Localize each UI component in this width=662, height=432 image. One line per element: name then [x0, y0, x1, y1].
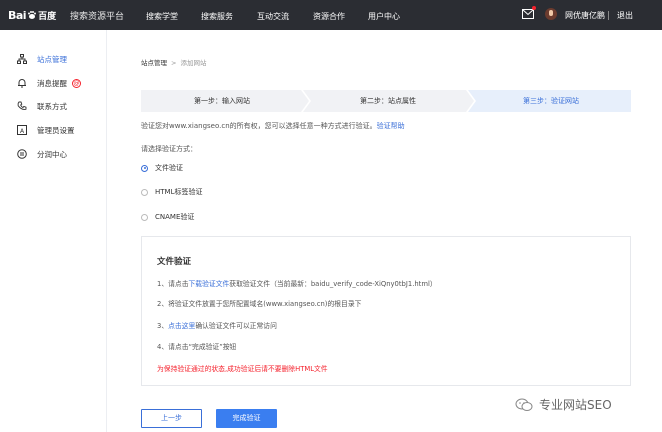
method-label: HTML标签验证 — [155, 188, 203, 196]
watermark: 专业网站SEO — [515, 396, 612, 413]
choose-method-label: 请选择验证方式： — [141, 145, 197, 153]
message-badge: @ — [72, 78, 81, 88]
radio-button[interactable] — [141, 213, 148, 221]
logo-bai-text: Bai — [8, 8, 27, 22]
sidebar-item-label: 联系方式 — [37, 101, 67, 111]
breadcrumb: 站点管理 > 添加网站 — [141, 57, 206, 67]
instruction-step-1: 1、请点击下载验证文件获取验证文件（当前最新：baidu_verify_code… — [157, 278, 437, 288]
click-here-link[interactable]: 点击这里 — [168, 322, 195, 330]
step1-suffix: 获取验证文件（当前最新：baidu_verify_code-XiQny0tbJ1… — [229, 280, 437, 288]
platform-title[interactable]: 搜索资源平台 — [70, 9, 124, 22]
breadcrumb-separator: > — [171, 59, 177, 67]
header-divider — [608, 11, 609, 20]
nav-search-academy[interactable]: 搜索学堂 — [146, 11, 178, 22]
admin-icon: A — [17, 125, 27, 135]
instruction-step-4: 4、请点击“完成验证”按钮 — [157, 343, 237, 351]
top-navbar: Bai 百度 搜索资源平台 搜索学堂 搜索服务 互动交流 资源合作 用户中心 网… — [0, 0, 662, 30]
sidebar-item-label: 分润中心 — [37, 149, 67, 159]
sidebar-item-label: 站点管理 — [37, 54, 67, 64]
verify-desc-text: 验证您对www.xiangseo.cn的所有权，您可以选择任意一种方式进行验证。 — [141, 122, 377, 130]
method-label: CNAME验证 — [155, 213, 195, 221]
unread-dot — [532, 6, 536, 10]
sidebar-item-contact[interactable]: 联系方式 — [0, 98, 107, 114]
sidebar-item-label: 消息提醒 — [37, 78, 67, 88]
breadcrumb-root[interactable]: 站点管理 — [141, 59, 167, 67]
step3-prefix: 3、 — [157, 322, 169, 330]
instruction-step-3: 3、点击这里确认验证文件可以正常访问 — [157, 320, 277, 330]
method-file-option[interactable]: 文件验证 — [141, 163, 183, 173]
step-1: 第一步：输入网站 — [194, 97, 250, 105]
watermark-text: 专业网站SEO — [539, 398, 612, 412]
step3-suffix: 确认验证文件可以正常访问 — [195, 322, 277, 330]
svg-text:A: A — [20, 128, 25, 135]
instruction-step-2: 2、将验证文件放置于您所配置域名(www.xiangseo.cn)的根目录下 — [157, 300, 362, 308]
step-progress: 第一步：输入网站 第二步：站点属性 第三步：验证网站 — [141, 90, 631, 112]
sidebar-item-admin[interactable]: A 管理员设置 — [0, 122, 107, 138]
radio-button-checked[interactable] — [141, 164, 148, 172]
sitemap-icon — [17, 54, 27, 64]
breadcrumb-current: 添加网站 — [180, 59, 207, 67]
sidebar-item-label: 管理员设置 — [37, 125, 75, 135]
username[interactable]: 网优唐亿鹏 — [565, 10, 605, 21]
wechat-icon — [515, 398, 533, 412]
step-3-active: 第三步：验证网站 — [523, 97, 579, 105]
method-html-tag-option[interactable]: HTML标签验证 — [141, 187, 202, 197]
mail-icon[interactable] — [522, 9, 534, 19]
sidebar: 站点管理 消息提醒 @ 联系方式 A 管理员设置 分润中心 — [0, 30, 107, 432]
sidebar-item-profit[interactable]: 分润中心 — [0, 146, 107, 162]
download-verify-file-link[interactable]: 下载验证文件 — [189, 280, 230, 288]
logout-link[interactable]: 退出 — [617, 10, 633, 21]
method-label: 文件验证 — [155, 164, 183, 172]
baidu-logo[interactable]: Bai 百度 — [8, 8, 56, 22]
logo-du-text: 百度 — [38, 11, 57, 22]
verify-help-link[interactable]: 验证帮助 — [377, 122, 405, 130]
phone-icon — [17, 101, 27, 111]
complete-verify-button[interactable]: 完成验证 — [216, 409, 277, 428]
prev-step-button[interactable]: 上一步 — [141, 409, 202, 428]
step1-prefix: 1、请点击 — [157, 280, 189, 288]
method-cname-option[interactable]: CNAME验证 — [141, 212, 194, 222]
warning-text: 为保持验证通过的状态,成功验证后请不要删除HTML文件 — [157, 365, 328, 373]
coin-icon — [17, 149, 27, 159]
nav-cooperation[interactable]: 资源合作 — [313, 11, 345, 22]
bell-icon — [17, 78, 27, 88]
nav-user-center[interactable]: 用户中心 — [368, 11, 400, 22]
nav-search-service[interactable]: 搜索服务 — [201, 11, 233, 22]
radio-button[interactable] — [141, 188, 148, 196]
panel-title: 文件验证 — [157, 257, 192, 267]
step-2: 第二步：站点属性 — [360, 97, 416, 105]
verify-description: 验证您对www.xiangseo.cn的所有权，您可以选择任意一种方式进行验证。… — [141, 121, 405, 131]
nav-interaction[interactable]: 互动交流 — [257, 11, 289, 22]
sidebar-item-messages[interactable]: 消息提醒 @ — [0, 75, 107, 91]
avatar[interactable] — [545, 8, 557, 20]
file-verify-panel: 文件验证 1、请点击下载验证文件获取验证文件（当前最新：baidu_verify… — [141, 236, 631, 386]
sidebar-item-site-management[interactable]: 站点管理 — [0, 51, 107, 67]
paw-icon — [27, 10, 37, 20]
